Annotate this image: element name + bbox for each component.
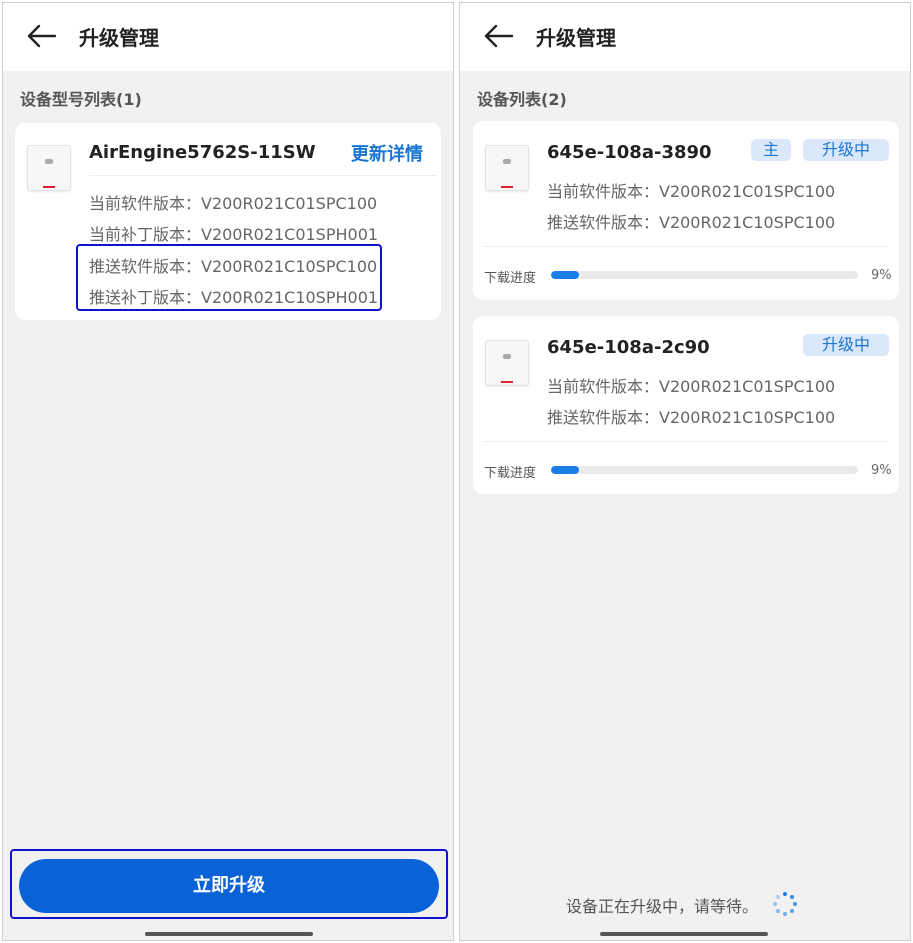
current-patch-version: 当前补丁版本：V200R021C01SPH001 bbox=[89, 225, 379, 244]
current-software-version: 当前软件版本：V200R021C01SPC100 bbox=[547, 182, 836, 201]
device-name: 645e-108a-3890 bbox=[547, 142, 712, 163]
progress-fill bbox=[551, 271, 579, 279]
upgrade-progress-screen: 升级管理 设备列表(2) 645e-108a-3890 主 升级中 当前软件版本… bbox=[459, 2, 911, 941]
access-point-icon bbox=[485, 145, 529, 191]
upgrade-model-screen: 升级管理 设备型号列表(1) AirEngine5762S-11SW 更新详情 … bbox=[2, 2, 454, 941]
loading-spinner-icon bbox=[773, 892, 797, 916]
upgrade-now-button[interactable]: 立即升级 bbox=[19, 859, 439, 913]
download-progress-bar bbox=[551, 466, 858, 474]
download-progress-label: 下载进度 bbox=[484, 271, 537, 286]
current-software-version: 当前软件版本：V200R021C01SPC100 bbox=[547, 377, 836, 396]
progress-percent: 9% bbox=[871, 268, 892, 283]
push-software-version: 推送软件版本：V200R021C10SPC100 bbox=[547, 408, 836, 427]
push-software-version: 推送软件版本：V200R021C10SPC100 bbox=[547, 213, 836, 232]
page-title: 升级管理 bbox=[79, 26, 159, 50]
divider bbox=[483, 246, 889, 247]
access-point-icon bbox=[485, 340, 529, 386]
page-title: 升级管理 bbox=[536, 26, 616, 50]
progress-fill bbox=[551, 466, 579, 474]
device-card[interactable]: 645e-108a-2c90 升级中 当前软件版本：V200R021C01SPC… bbox=[473, 316, 899, 494]
header: 升级管理 bbox=[460, 3, 910, 71]
home-indicator bbox=[600, 932, 768, 936]
upgrading-badge: 升级中 bbox=[803, 334, 889, 356]
header: 升级管理 bbox=[3, 3, 453, 71]
master-badge: 主 bbox=[751, 139, 791, 161]
upgrade-waiting-message: 设备正在升级中，请等待。 bbox=[566, 897, 759, 916]
upgrading-badge: 升级中 bbox=[803, 139, 889, 161]
device-name: 645e-108a-2c90 bbox=[547, 337, 710, 358]
divider bbox=[89, 175, 437, 176]
access-point-icon bbox=[27, 145, 71, 191]
section-label: 设备型号列表(1) bbox=[20, 90, 142, 109]
home-indicator bbox=[145, 932, 313, 936]
device-card[interactable]: 645e-108a-3890 主 升级中 当前软件版本：V200R021C01S… bbox=[473, 121, 899, 300]
download-progress-label: 下载进度 bbox=[484, 466, 537, 481]
section-label: 设备列表(2) bbox=[477, 90, 567, 109]
update-details-link[interactable]: 更新详情 bbox=[351, 140, 423, 166]
progress-percent: 9% bbox=[871, 463, 892, 478]
divider bbox=[483, 441, 889, 442]
current-software-version: 当前软件版本：V200R021C01SPC100 bbox=[89, 194, 378, 213]
arrow-left-icon[interactable] bbox=[25, 23, 59, 49]
push-versions-highlight bbox=[76, 244, 382, 311]
download-progress-bar bbox=[551, 271, 858, 279]
arrow-left-icon[interactable] bbox=[482, 23, 516, 49]
device-model-name: AirEngine5762S-11SW bbox=[89, 142, 316, 163]
